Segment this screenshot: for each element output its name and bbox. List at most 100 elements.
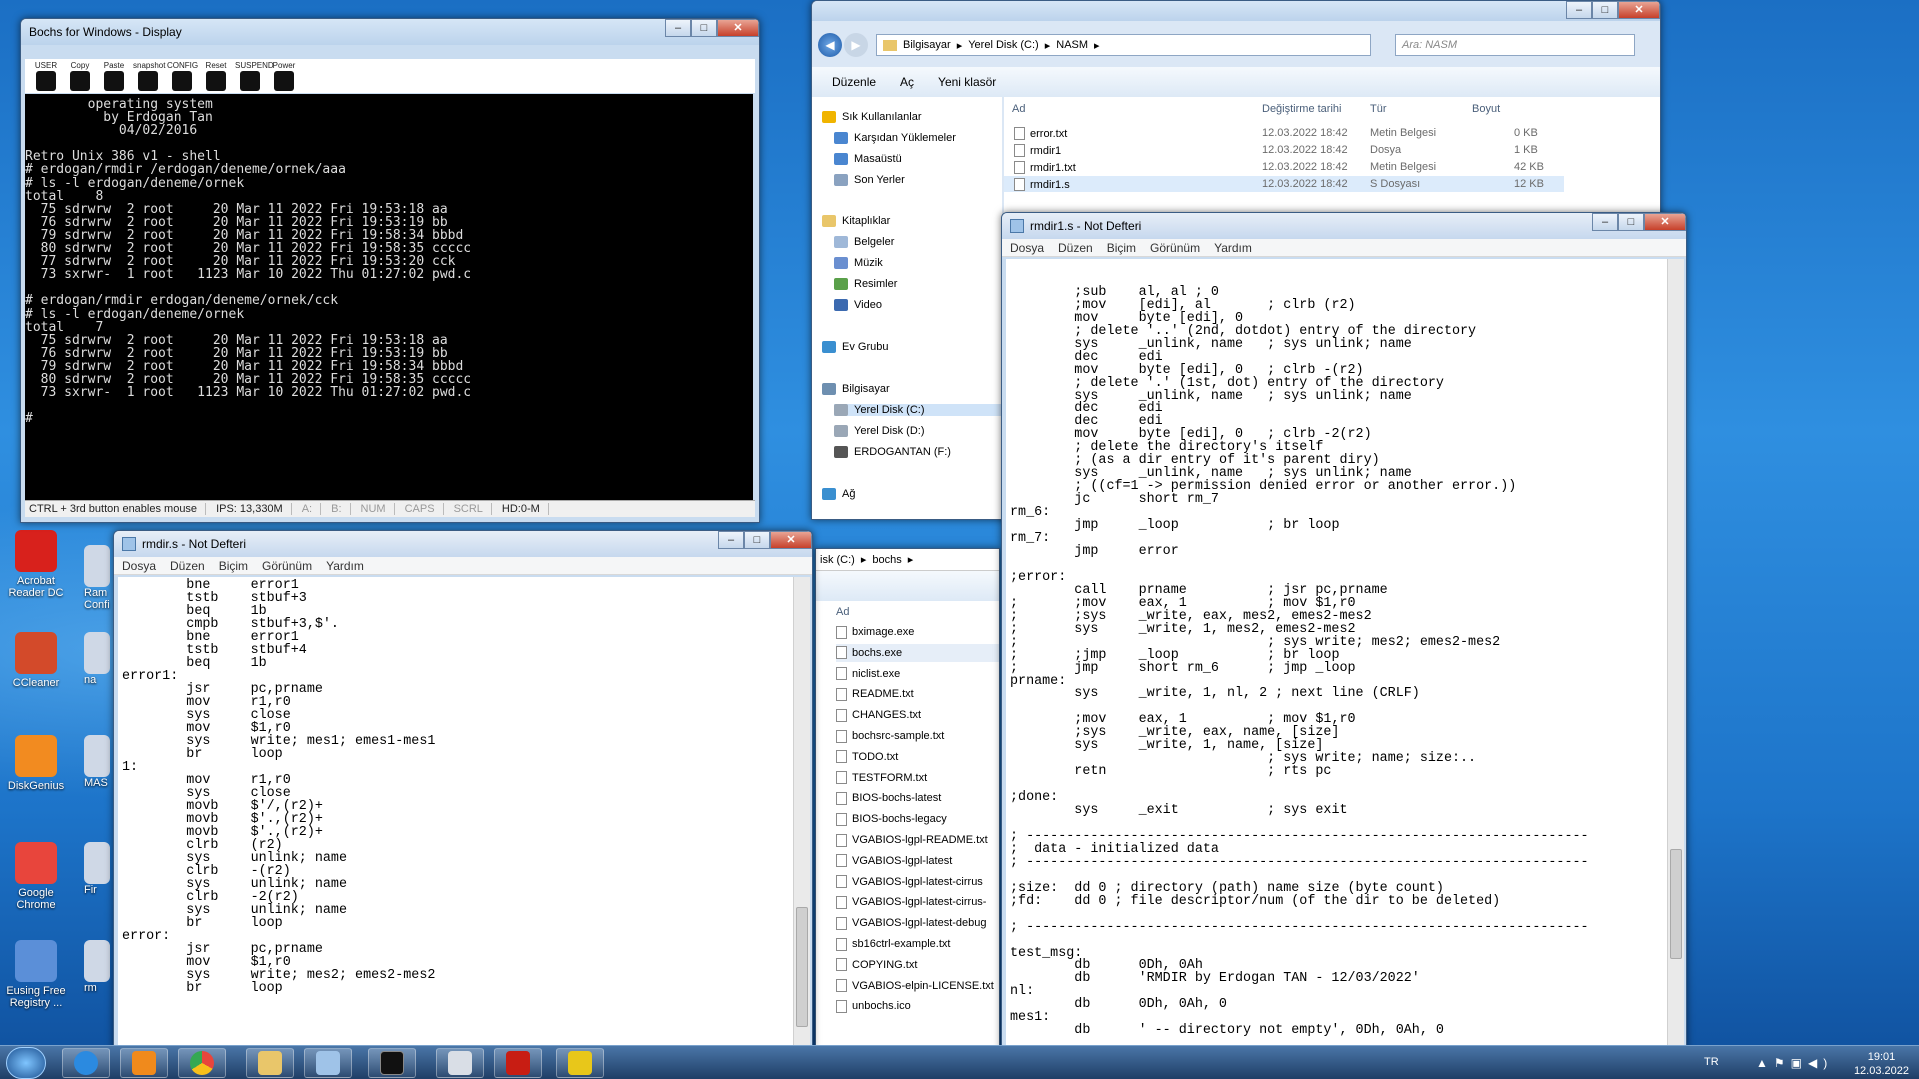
back-icon[interactable]: ◀ bbox=[818, 33, 842, 57]
desktop-icon[interactable]: MAS bbox=[84, 735, 114, 789]
toolbar-button[interactable]: Aç bbox=[900, 75, 914, 89]
file-row[interactable]: VGABIOS-lgpl-latest-debug bbox=[836, 914, 987, 932]
file-row[interactable]: rmdir1.txt 12.03.2022 18:42 Metin Belgesi 4… bbox=[1004, 159, 1564, 175]
explorer-titlebar[interactable]: – □ ✕ bbox=[812, 1, 1660, 21]
column-header-name[interactable]: Ad bbox=[816, 601, 999, 623]
file-row[interactable]: VGABIOS-lgpl-latest-cirrus bbox=[836, 873, 983, 891]
menu-item[interactable]: Yardım bbox=[326, 559, 364, 573]
taskbar-calc[interactable] bbox=[436, 1048, 484, 1078]
nav-item[interactable]: Ağ bbox=[822, 488, 855, 500]
toolbar-button[interactable]: Düzenle bbox=[832, 75, 876, 89]
address-bar[interactable]: Bilgisayar ▸ Yerel Disk (C:) ▸ NASM ▸ bbox=[876, 34, 1371, 56]
tray-lang[interactable]: TR bbox=[1704, 1056, 1719, 1068]
desktop-icon[interactable]: Google Chrome bbox=[4, 842, 68, 911]
file-row[interactable]: bochsrc-sample.txt bbox=[836, 727, 944, 745]
file-row[interactable]: bximage.exe bbox=[836, 623, 914, 641]
bochs-tool-button[interactable]: USER bbox=[31, 61, 61, 91]
menu-item[interactable]: Dosya bbox=[122, 559, 156, 573]
bochs-tool-button[interactable]: CONFIG bbox=[167, 61, 198, 91]
file-row[interactable]: rmdir1.s 12.03.2022 18:42 S Dosyası 12 KB bbox=[1004, 176, 1564, 192]
nav-item[interactable]: Masaüstü bbox=[834, 153, 902, 165]
desktop-icon[interactable]: Acrobat Reader DC bbox=[4, 530, 68, 599]
file-row[interactable]: BIOS-bochs-legacy bbox=[836, 810, 947, 828]
desktop-icon[interactable]: Fir bbox=[84, 842, 114, 896]
bochs-tool-button[interactable]: Power bbox=[269, 61, 299, 91]
close-button[interactable]: ✕ bbox=[1644, 213, 1686, 231]
taskbar-bochs[interactable] bbox=[556, 1048, 604, 1078]
desktop-icon[interactable]: na bbox=[84, 632, 114, 686]
nav-item[interactable]: Yerel Disk (C:) bbox=[834, 404, 1004, 416]
close-button[interactable]: ✕ bbox=[770, 531, 812, 549]
menu-item[interactable]: Biçim bbox=[1107, 241, 1136, 255]
vertical-scrollbar[interactable] bbox=[1667, 259, 1684, 1049]
file-row[interactable]: VGABIOS-lgpl-latest bbox=[836, 852, 952, 870]
breadcrumb-item[interactable]: NASM bbox=[1056, 39, 1088, 51]
taskbar-media[interactable] bbox=[120, 1048, 168, 1078]
breadcrumb-item[interactable]: Yerel Disk (C:) bbox=[968, 39, 1039, 51]
menu-item[interactable]: Dosya bbox=[1010, 241, 1044, 255]
chevron-right-icon[interactable]: ▸ bbox=[861, 553, 867, 566]
bochs-titlebar[interactable]: Bochs for Windows - Display – □ ✕ bbox=[21, 19, 759, 45]
file-row[interactable]: CHANGES.txt bbox=[836, 706, 921, 724]
bochs-tool-button[interactable]: Copy bbox=[65, 61, 95, 91]
file-row[interactable]: COPYING.txt bbox=[836, 956, 917, 974]
notepad-left-text[interactable]: bne error1 tstb stbuf+3 beq 1b cmpb stbu… bbox=[118, 577, 810, 1049]
nav-item[interactable]: ERDOGANTAN (F:) bbox=[834, 446, 951, 458]
file-row[interactable]: bochs.exe bbox=[836, 643, 999, 662]
file-row[interactable]: sb16ctrl-example.txt bbox=[836, 935, 950, 953]
close-button[interactable]: ✕ bbox=[717, 19, 759, 37]
vertical-scrollbar[interactable] bbox=[793, 577, 810, 1049]
nav-item[interactable]: Belgeler bbox=[834, 236, 894, 248]
column-header[interactable]: Boyut bbox=[1472, 103, 1500, 115]
desktop-icon[interactable]: DiskGenius bbox=[4, 735, 68, 792]
nav-item[interactable]: Müzik bbox=[834, 257, 883, 269]
toolbar-button[interactable]: Yeni klasör bbox=[938, 75, 996, 89]
menu-item[interactable]: Görünüm bbox=[1150, 241, 1200, 255]
minimize-button[interactable]: – bbox=[1566, 1, 1592, 19]
file-row[interactable]: TESTFORM.txt bbox=[836, 769, 927, 787]
nav-item[interactable]: Sık Kullanılanlar bbox=[822, 111, 922, 123]
maximize-button[interactable]: □ bbox=[744, 531, 770, 549]
address-bar[interactable]: isk (C:) ▸ bochs ▸ bbox=[816, 549, 999, 571]
bochs-tool-button[interactable]: SUSPEND bbox=[235, 61, 274, 91]
scrollbar-thumb[interactable] bbox=[1670, 849, 1682, 959]
file-row[interactable]: README.txt bbox=[836, 685, 914, 703]
taskbar-explorer[interactable] bbox=[246, 1048, 294, 1078]
taskbar-cmd[interactable] bbox=[368, 1048, 416, 1078]
breadcrumb-item[interactable]: bochs bbox=[872, 554, 901, 566]
nav-item[interactable]: Yerel Disk (D:) bbox=[834, 425, 925, 437]
file-row[interactable]: VGABIOS-lgpl-latest-cirrus- bbox=[836, 893, 986, 911]
minimize-button[interactable]: – bbox=[1592, 213, 1618, 231]
nav-item[interactable]: Kitaplıklar bbox=[822, 215, 890, 227]
bochs-tool-button[interactable]: snapshot bbox=[133, 61, 165, 91]
file-row[interactable]: VGABIOS-elpin-LICENSE.txt bbox=[836, 977, 994, 995]
close-button[interactable]: ✕ bbox=[1618, 1, 1660, 19]
nav-item[interactable]: Ev Grubu bbox=[822, 341, 888, 353]
nav-item[interactable]: Bilgisayar bbox=[822, 383, 890, 395]
taskbar-ie[interactable] bbox=[62, 1048, 110, 1078]
column-header[interactable]: Tür bbox=[1370, 103, 1387, 115]
notepad-right-titlebar[interactable]: rmdir1.s - Not Defteri – □ ✕ bbox=[1002, 213, 1686, 239]
forward-icon[interactable]: ▶ bbox=[844, 33, 868, 57]
notepad-right-text[interactable]: ;sub al, al ; 0 ;mov [edi], al ; clrb (r… bbox=[1006, 259, 1684, 1049]
scrollbar-thumb[interactable] bbox=[796, 907, 808, 1027]
column-header[interactable]: Değiştirme tarihi bbox=[1262, 103, 1341, 115]
nav-item[interactable]: Karşıdan Yüklemeler bbox=[834, 132, 956, 144]
desktop-icon[interactable]: rm bbox=[84, 940, 114, 994]
minimize-button[interactable]: – bbox=[718, 531, 744, 549]
chevron-right-icon[interactable]: ▸ bbox=[1094, 39, 1100, 52]
search-input[interactable]: Ara: NASM bbox=[1395, 34, 1635, 56]
breadcrumb-item[interactable]: isk (C:) bbox=[820, 554, 855, 566]
column-header[interactable]: Ad bbox=[1012, 103, 1025, 115]
taskbar-notepad[interactable] bbox=[304, 1048, 352, 1078]
maximize-button[interactable]: □ bbox=[691, 19, 717, 37]
file-row[interactable]: BIOS-bochs-latest bbox=[836, 789, 941, 807]
bochs-tool-button[interactable]: Paste bbox=[99, 61, 129, 91]
clock[interactable]: 19:01 12.03.2022 bbox=[1854, 1050, 1909, 1078]
notepad-left-titlebar[interactable]: rmdir.s - Not Defteri – □ ✕ bbox=[114, 531, 812, 557]
nav-item[interactable]: Son Yerler bbox=[834, 174, 905, 186]
file-row[interactable]: error.txt 12.03.2022 18:42 Metin Belgesi 0 … bbox=[1004, 125, 1564, 141]
menu-item[interactable]: Görünüm bbox=[262, 559, 312, 573]
breadcrumb-item[interactable]: Bilgisayar bbox=[903, 39, 951, 51]
file-row[interactable]: unbochs.ico bbox=[836, 997, 911, 1015]
